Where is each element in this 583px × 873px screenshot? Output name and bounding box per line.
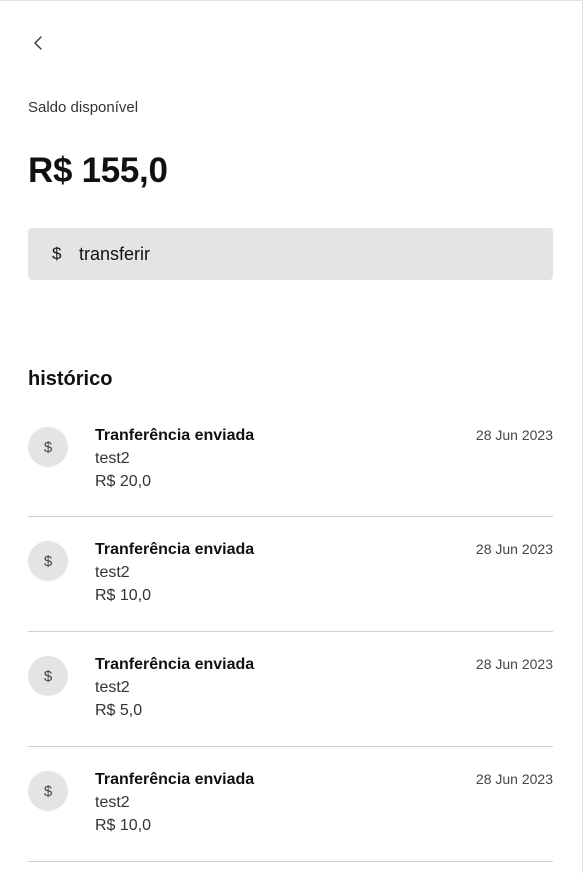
transaction-title: Tranferência enviada — [95, 541, 255, 558]
transaction-date: 28 Jun 2023 — [475, 771, 553, 787]
dollar-icon: $ — [52, 244, 62, 263]
transaction-date: 28 Jun 2023 — [475, 656, 553, 672]
history-title: histórico — [28, 368, 113, 390]
transaction-recipient: test2 — [95, 450, 130, 467]
transaction-date: 28 Jun 2023 — [475, 541, 553, 557]
wallet-page: Saldo disponível R$ 155,0 $ transferir h… — [0, 0, 583, 873]
dollar-icon: $ — [28, 427, 68, 467]
transaction-amount: R$ 10,0 — [95, 587, 152, 604]
back-button[interactable] — [28, 33, 48, 53]
transaction-amount: R$ 5,0 — [95, 702, 143, 719]
dollar-icon: $ — [28, 656, 68, 696]
transaction-recipient: test2 — [95, 794, 130, 811]
balance-label: Saldo disponível — [28, 99, 139, 116]
transaction-date: 28 Jun 2023 — [475, 427, 553, 443]
chevron-left-icon — [34, 36, 42, 50]
history-item[interactable]: $ Tranferência enviada test2 R$ 20,0 28 … — [28, 403, 553, 517]
transaction-recipient: test2 — [95, 564, 130, 581]
history-item[interactable]: $ Tranferência enviada test2 R$ 10,0 28 … — [28, 517, 553, 632]
transaction-recipient: test2 — [95, 679, 130, 696]
transaction-amount: R$ 10,0 — [95, 817, 152, 834]
transaction-title: Tranferência enviada — [95, 771, 255, 788]
history-item[interactable]: $ Tranferência enviada test2 R$ 10,0 28 … — [28, 747, 553, 862]
balance-value: R$ 155,0 — [28, 151, 168, 190]
dollar-icon: $ — [28, 771, 68, 811]
transfer-button-label: transferir — [79, 244, 151, 264]
dollar-icon: $ — [28, 541, 68, 581]
transfer-button[interactable]: $ transferir — [28, 228, 553, 280]
transaction-title: Tranferência enviada — [95, 427, 255, 444]
transaction-amount: R$ 20,0 — [95, 473, 152, 490]
history-item[interactable]: $ Tranferência enviada test2 R$ 5,0 28 J… — [28, 632, 553, 747]
transaction-title: Tranferência enviada — [95, 656, 255, 673]
history-list: $ Tranferência enviada test2 R$ 20,0 28 … — [28, 403, 553, 862]
